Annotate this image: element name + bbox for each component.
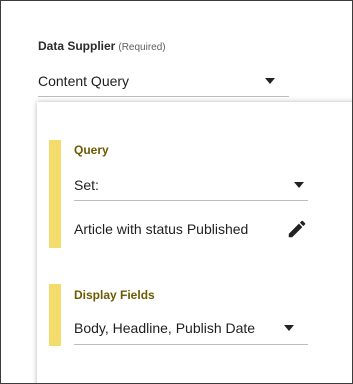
chevron-down-icon — [265, 77, 275, 84]
query-filter-summary: Article with status Published — [74, 221, 249, 237]
data-supplier-select[interactable]: Content Query — [38, 65, 289, 97]
data-supplier-selected-value: Content Query — [38, 72, 130, 89]
data-supplier-widget: Data Supplier (Required) Content Query Qu… — [0, 0, 353, 384]
query-section-title: Query — [74, 143, 109, 157]
display-fields-select[interactable]: Body, Headline, Publish Date — [74, 312, 308, 345]
query-accent-bar — [49, 140, 61, 248]
query-set-select[interactable]: Set: — [74, 170, 308, 201]
pencil-icon[interactable] — [286, 218, 308, 240]
display-fields-section-title: Display Fields — [74, 288, 155, 302]
chevron-down-icon — [294, 182, 304, 188]
data-supplier-label-text: Data Supplier — [38, 39, 116, 53]
query-set-selected-value: Set: — [74, 177, 99, 193]
content-query-panel: Query Set: Article with status Published… — [37, 102, 352, 383]
data-supplier-label: Data Supplier (Required) — [38, 39, 166, 53]
display-fields-selected-value: Body, Headline, Publish Date — [74, 320, 256, 336]
display-fields-accent-bar — [49, 284, 61, 346]
chevron-down-icon — [284, 325, 294, 331]
required-note: (Required) — [118, 42, 166, 53]
